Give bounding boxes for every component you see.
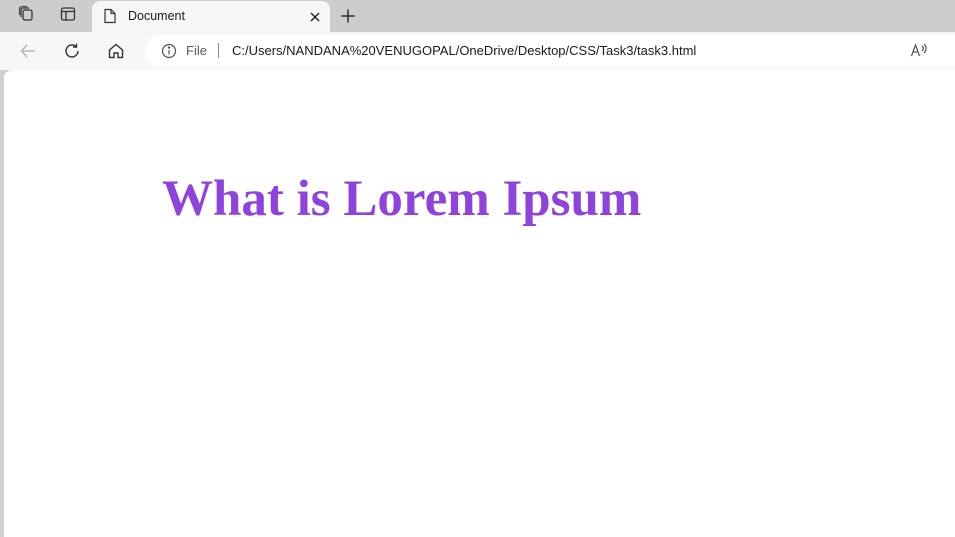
read-aloud-icon[interactable] (909, 40, 929, 60)
address-bar[interactable]: File C:/Users/NANDANA%20VENUGOPAL/OneDri… (145, 35, 955, 66)
page-heading: What is Lorem Ipsum (162, 171, 642, 227)
vertical-tabs-button[interactable] (52, 2, 84, 30)
close-tab-button[interactable] (304, 6, 326, 28)
back-arrow-icon (20, 44, 35, 58)
collections-button[interactable] (10, 2, 42, 30)
close-icon (310, 12, 320, 22)
back-button[interactable] (12, 35, 44, 67)
refresh-button[interactable] (56, 35, 88, 67)
scheme-label: File (186, 43, 207, 58)
page-viewport: What is Lorem Ipsum (4, 70, 955, 537)
plus-icon (341, 9, 355, 23)
tab-strip: Document (0, 0, 955, 32)
tab-document[interactable]: Document (92, 1, 330, 32)
home-button[interactable] (100, 35, 132, 67)
vertical-tabs-icon (59, 5, 77, 28)
refresh-icon (65, 43, 79, 58)
document-icon (103, 8, 117, 24)
new-tab-button[interactable] (334, 2, 362, 30)
home-icon (108, 43, 124, 59)
collections-icon (17, 5, 35, 28)
info-icon[interactable] (161, 43, 177, 59)
navigation-toolbar: File C:/Users/NANDANA%20VENUGOPAL/OneDri… (0, 32, 955, 70)
tab-title: Document (128, 9, 185, 23)
url-text[interactable]: C:/Users/NANDANA%20VENUGOPAL/OneDrive/De… (232, 43, 696, 58)
address-separator (218, 43, 219, 58)
